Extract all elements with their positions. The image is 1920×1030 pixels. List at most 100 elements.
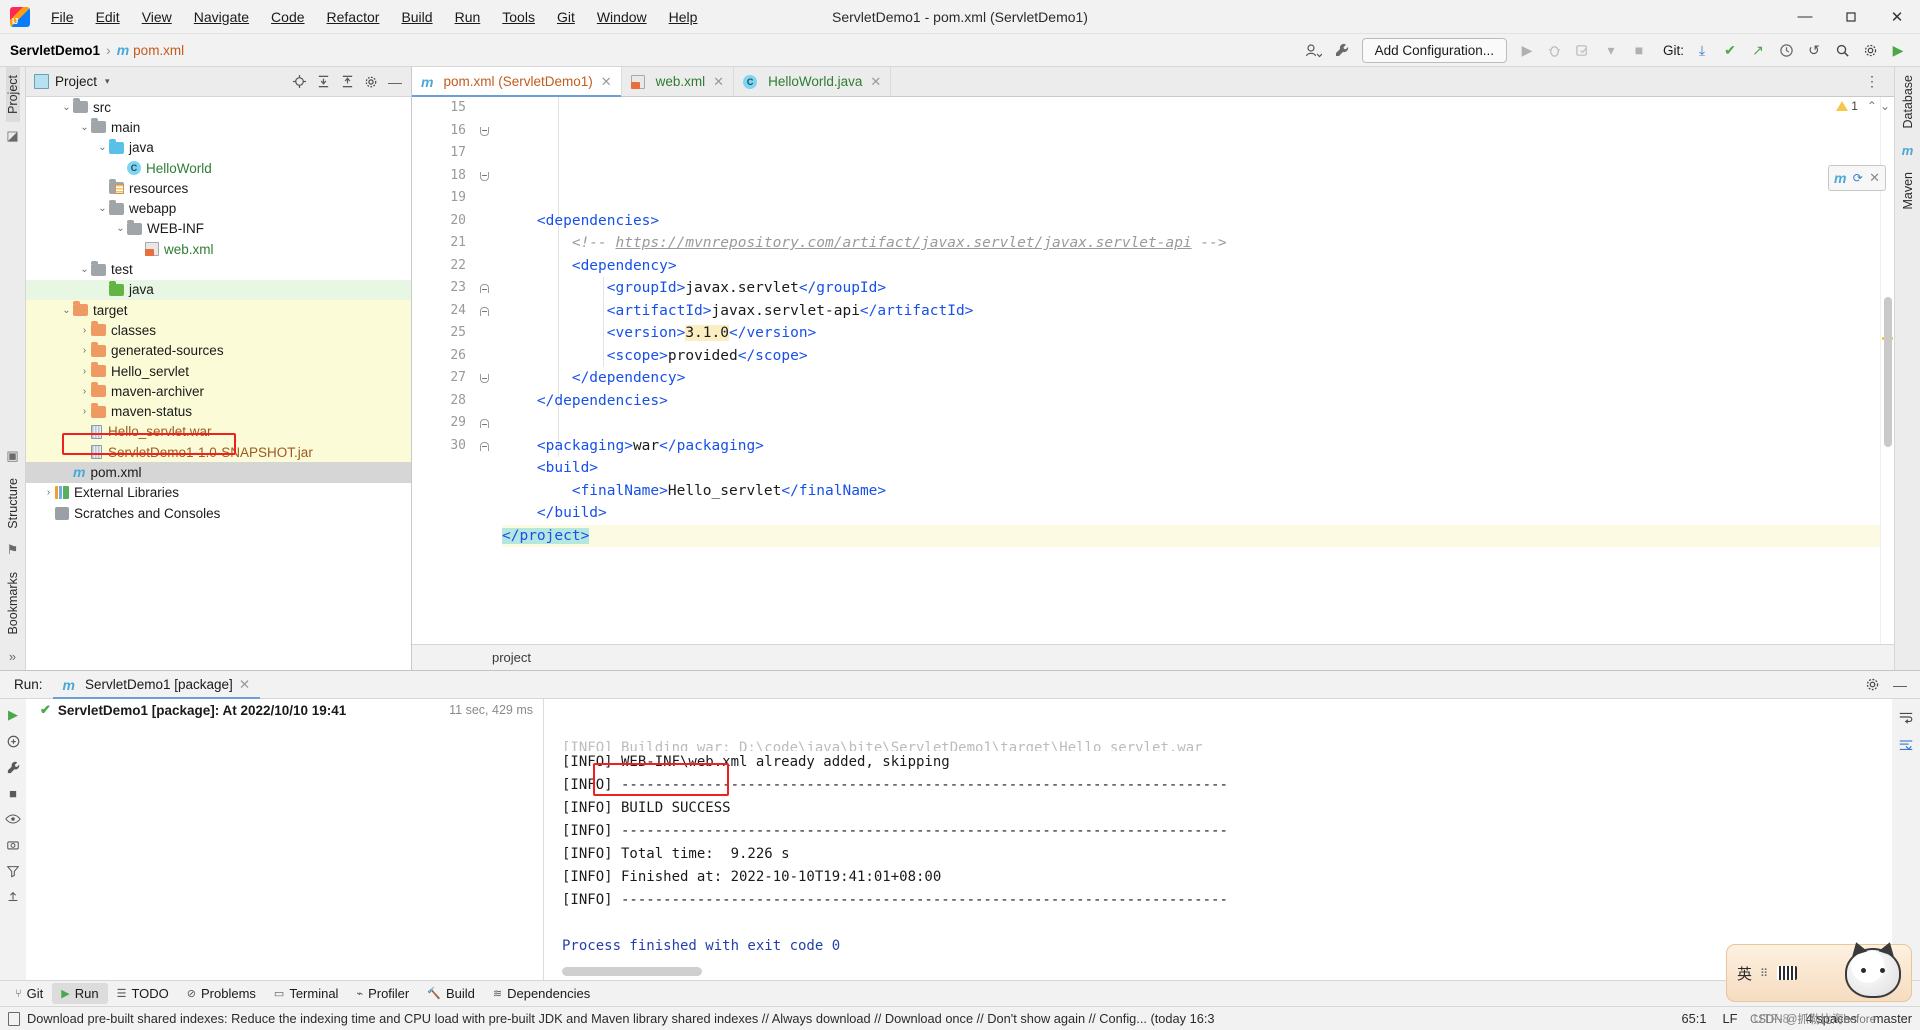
add-configuration-button[interactable]: Add Configuration... [1362, 38, 1507, 63]
menu-refactor[interactable]: Refactor [316, 5, 391, 29]
chevron-down-icon[interactable]: ⌄ [78, 122, 91, 133]
tree-item-src[interactable]: ⌄src [26, 97, 411, 117]
chevron-right-icon[interactable]: › [42, 487, 55, 498]
tree-item-web-xml[interactable]: web.xml [26, 239, 411, 259]
more-options-icon[interactable]: ⋮ [1858, 68, 1886, 95]
code-editor[interactable]: 15161718192021222324252627282930 <depend… [412, 97, 1894, 644]
indent-setting[interactable]: 4 spaces [1806, 1011, 1857, 1026]
fold-expand-icon[interactable] [479, 373, 489, 384]
filter-icon[interactable] [2, 859, 24, 883]
code-line[interactable]: <artifactId>javax.servlet-api</artifactI… [502, 300, 1880, 323]
collapse-all-icon[interactable] [335, 70, 359, 94]
project-tree[interactable]: ⌄src⌄main⌄javaCHelloWorldresources⌄webap… [26, 97, 411, 670]
tree-item-java[interactable]: java [26, 280, 411, 300]
git-branch[interactable]: master [1873, 1011, 1912, 1026]
tree-item-target[interactable]: ⌄target [26, 300, 411, 320]
chevron-down-icon[interactable]: ⌄ [78, 264, 91, 275]
tree-item-scratches-and-consoles[interactable]: Scratches and Consoles [26, 503, 411, 523]
chevron-right-icon[interactable]: › [78, 345, 91, 356]
wrench-icon[interactable] [1328, 37, 1356, 64]
scrollbar-thumb[interactable] [1884, 297, 1892, 447]
git-update-icon[interactable]: ⤓ [1688, 37, 1716, 64]
maven-reload-popup[interactable]: m ⟳ ✕ [1828, 165, 1886, 191]
history-icon[interactable] [1772, 37, 1800, 64]
status-message-area[interactable]: Download pre-built shared indexes: Reduc… [8, 1011, 1215, 1026]
maven-reload-icon[interactable]: ⟳ [1853, 171, 1863, 185]
bookmarks-flag-icon[interactable]: ⚑ [7, 542, 19, 558]
tree-item-web-inf[interactable]: ⌄WEB-INF [26, 219, 411, 239]
code-line[interactable]: <scope>provided</scope> [502, 345, 1880, 368]
chevron-right-icon[interactable]: › [78, 325, 91, 336]
tree-item-maven-archiver[interactable]: ›maven-archiver [26, 381, 411, 401]
fold-collapse-icon[interactable] [479, 441, 489, 452]
hide-panel-icon[interactable]: — [1886, 671, 1914, 698]
tab-pom-xml[interactable]: m pom.xml (ServletDemo1) ✕ [412, 67, 622, 96]
caret-position[interactable]: 65:1 [1682, 1011, 1707, 1026]
keyboard-icon[interactable] [1777, 966, 1797, 980]
soft-wrap-icon[interactable] [1895, 705, 1917, 729]
expand-strip-icon[interactable]: » [9, 649, 16, 664]
file-encoding[interactable]: UTF-8 [1753, 1011, 1789, 1026]
expand-all-icon[interactable] [311, 70, 335, 94]
structure-square-icon[interactable]: ▣ [6, 448, 18, 464]
bottom-tab-run[interactable]: ▶ Run [52, 983, 107, 1004]
code-line[interactable] [502, 412, 1880, 435]
tree-item-java[interactable]: ⌄java [26, 138, 411, 158]
menu-git[interactable]: Git [546, 5, 586, 29]
warning-indicator[interactable]: 1 ⌃ ⌄ [1836, 99, 1890, 113]
close-icon[interactable]: ✕ [713, 74, 724, 90]
code-line[interactable]: </build> [502, 502, 1880, 525]
code-line[interactable]: <dependency> [502, 255, 1880, 278]
tree-item-external-libraries[interactable]: ›External Libraries [26, 483, 411, 503]
code-line[interactable]: <finalName>Hello_servlet</finalName> [502, 480, 1880, 503]
settings-icon[interactable] [1856, 37, 1884, 64]
code-line[interactable] [502, 187, 1880, 210]
rerun-icon[interactable]: ▶ [2, 703, 24, 727]
tab-helloworld-java[interactable]: C HelloWorld.java ✕ [734, 67, 891, 96]
code-line[interactable]: <!-- https://mvnrepository.com/artifact/… [502, 232, 1880, 255]
code-line[interactable]: <version>3.1.0</version> [502, 322, 1880, 345]
bottom-tab-git[interactable]: ⑂ Git [6, 983, 52, 1004]
chevron-down-icon[interactable]: ▾ [105, 76, 110, 87]
eye-icon[interactable] [2, 807, 24, 831]
menu-build[interactable]: Build [390, 5, 443, 29]
editor-breadcrumb[interactable]: project [412, 644, 1894, 670]
close-icon[interactable]: ✕ [870, 74, 881, 90]
build-tree[interactable]: ✔ ServletDemo1 [package]: At 2022/10/10 … [26, 699, 544, 980]
code-line[interactable]: </dependencies> [502, 390, 1880, 413]
minimize-button[interactable]: — [1782, 0, 1828, 33]
code-content[interactable]: <dependencies> <!-- https://mvnrepositor… [496, 97, 1880, 644]
code-line[interactable]: </project> [502, 525, 1880, 548]
maximize-button[interactable] [1828, 0, 1874, 33]
menu-window[interactable]: Window [586, 5, 658, 29]
tree-item-pom-xml[interactable]: mpom.xml [26, 462, 411, 482]
ide-run-icon[interactable]: ▶ [1884, 37, 1912, 64]
export-icon[interactable] [2, 885, 24, 909]
tab-web-xml[interactable]: web.xml ✕ [622, 67, 734, 96]
bottom-tab-dependencies[interactable]: ≋ Dependencies [484, 983, 599, 1004]
close-icon[interactable]: ✕ [239, 677, 250, 693]
git-push-icon[interactable]: ↗ [1744, 37, 1772, 64]
locate-icon[interactable] [287, 70, 311, 94]
fold-collapse-icon[interactable] [479, 283, 489, 294]
tree-item-hello-servlet[interactable]: ›Hello_servlet [26, 361, 411, 381]
code-line[interactable]: </dependency> [502, 367, 1880, 390]
coverage-icon[interactable] [1569, 37, 1597, 64]
tree-item-main[interactable]: ⌄main [26, 117, 411, 137]
stop-icon[interactable]: ■ [2, 781, 24, 805]
console-output[interactable]: [INFO] Building war: D:\code\java\bite\S… [544, 699, 1892, 980]
tool-window-bookmarks[interactable]: Bookmarks [6, 564, 20, 643]
git-commit-icon[interactable]: ✔ [1716, 37, 1744, 64]
bottom-tab-profiler[interactable]: ⌁ Profiler [347, 983, 418, 1004]
chevron-down-icon[interactable]: ⌄ [60, 305, 73, 316]
run-icon[interactable]: ▶ [1513, 37, 1541, 64]
fold-expand-icon[interactable] [479, 171, 489, 182]
fold-expand-icon[interactable] [479, 126, 489, 137]
close-icon[interactable]: ✕ [601, 74, 612, 90]
bookmark-icon[interactable]: ◪ [6, 128, 18, 144]
menu-run[interactable]: Run [444, 5, 492, 29]
chevron-down-icon[interactable]: ⌄ [60, 102, 73, 113]
gear-icon[interactable] [1858, 671, 1886, 698]
fold-collapse-icon[interactable] [479, 306, 489, 317]
scroll-to-end-icon[interactable] [1895, 733, 1917, 757]
